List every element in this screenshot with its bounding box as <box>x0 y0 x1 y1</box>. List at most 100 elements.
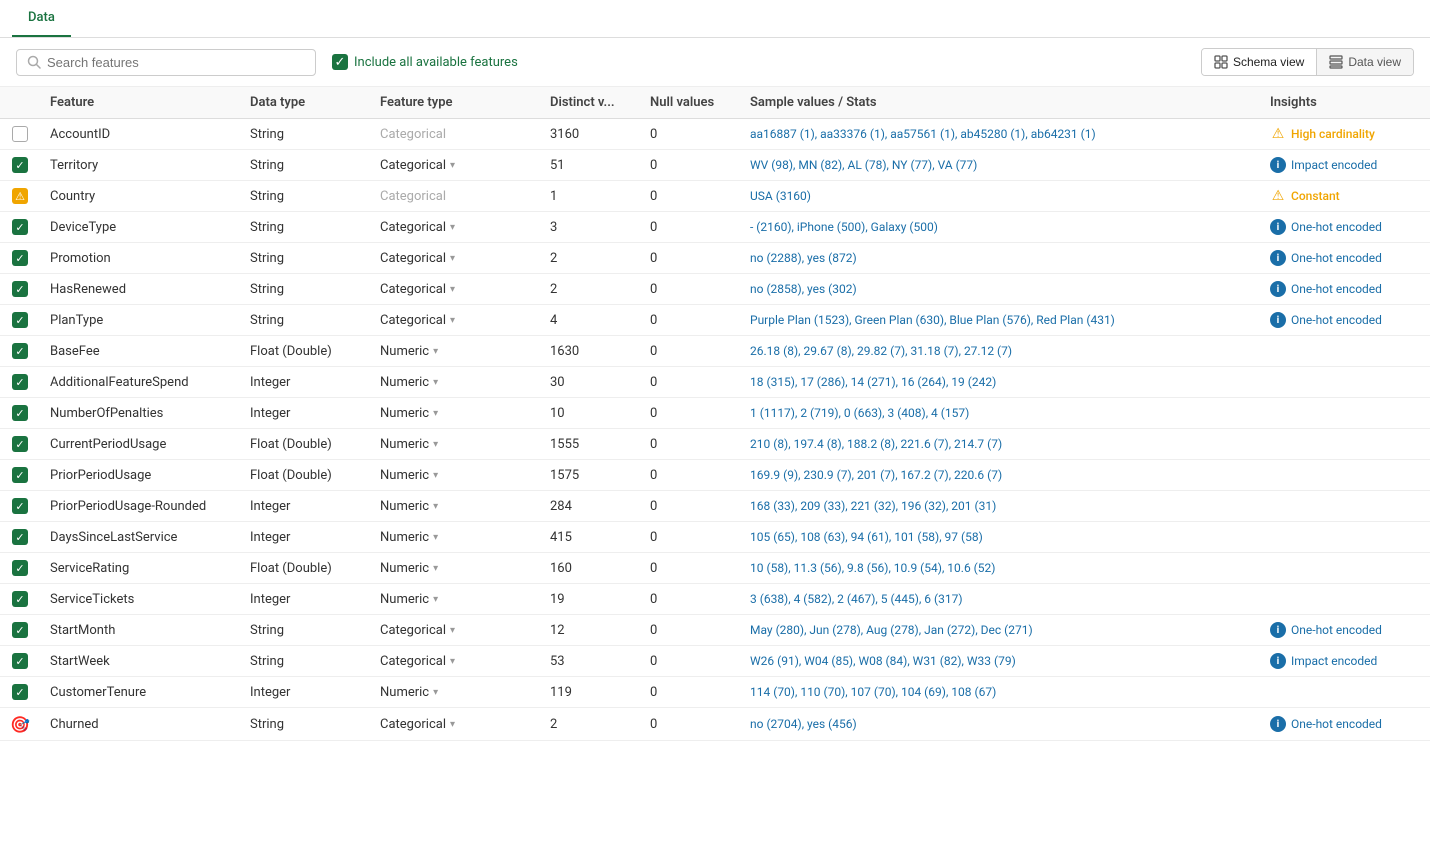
dropdown-arrow-icon[interactable]: ▾ <box>450 315 455 326</box>
dropdown-arrow-icon[interactable]: ▾ <box>433 408 438 419</box>
row-checkbox[interactable]: ✓ <box>12 312 28 328</box>
feature-type-cell: Numeric▾ <box>370 460 540 491</box>
insight-cell <box>1260 491 1430 522</box>
row-checkbox[interactable]: ✓ <box>12 591 28 607</box>
distinct-value: 1575 <box>540 460 640 491</box>
col-header-insights: Insights <box>1260 87 1430 119</box>
row-checkbox[interactable]: ✓ <box>12 684 28 700</box>
data-type-value: Integer <box>240 677 370 708</box>
insight-cell <box>1260 677 1430 708</box>
insight-cell <box>1260 429 1430 460</box>
feature-type-cell: Categorical▾ <box>370 305 540 336</box>
features-table: Feature Data type Feature type Distinct … <box>0 87 1430 741</box>
row-checkbox[interactable] <box>12 126 28 142</box>
feature-name: Promotion <box>40 243 240 274</box>
insight-label: One-hot encoded <box>1291 282 1382 296</box>
feature-name: StartMonth <box>40 615 240 646</box>
insight-info-icon: i <box>1270 716 1286 732</box>
insight-cell <box>1260 460 1430 491</box>
data-type-value: Integer <box>240 491 370 522</box>
feature-name: Country <box>40 181 240 212</box>
distinct-value: 53 <box>540 646 640 677</box>
row-checkbox[interactable]: ✓ <box>12 374 28 390</box>
insight-info-icon: i <box>1270 281 1286 297</box>
feature-name: Churned <box>40 708 240 741</box>
feature-type-cell: Numeric▾ <box>370 367 540 398</box>
dropdown-arrow-icon[interactable]: ▾ <box>433 439 438 450</box>
distinct-value: 10 <box>540 398 640 429</box>
tab-data[interactable]: Data <box>12 0 71 37</box>
distinct-value: 19 <box>540 584 640 615</box>
feature-type-cell: Categorical▾ <box>370 243 540 274</box>
schema-view-button[interactable]: Schema view <box>1202 49 1316 75</box>
dropdown-arrow-icon[interactable]: ▾ <box>450 253 455 264</box>
feature-type-cell: Categorical▾ <box>370 615 540 646</box>
row-checkbox[interactable]: ⚠ <box>12 188 28 204</box>
table-row: ✓ NumberOfPenalties Integer Numeric▾ 10 … <box>0 398 1430 429</box>
row-checkbox[interactable]: ✓ <box>12 467 28 483</box>
row-checkbox[interactable]: ✓ <box>12 219 28 235</box>
insight-label: One-hot encoded <box>1291 623 1382 637</box>
distinct-value: 1 <box>540 181 640 212</box>
data-type-value: String <box>240 708 370 741</box>
dropdown-arrow-icon[interactable]: ▾ <box>450 222 455 233</box>
data-type-value: String <box>240 646 370 677</box>
feature-name: AccountID <box>40 119 240 150</box>
distinct-value: 415 <box>540 522 640 553</box>
dropdown-arrow-icon[interactable]: ▾ <box>433 563 438 574</box>
data-type-value: String <box>240 119 370 150</box>
dropdown-arrow-icon[interactable]: ▾ <box>450 656 455 667</box>
sample-value: Purple Plan (1523), Green Plan (630), Bl… <box>740 305 1260 336</box>
insight-warning-icon: ⚠ <box>1270 188 1286 204</box>
dropdown-arrow-icon[interactable]: ▾ <box>450 284 455 295</box>
dropdown-arrow-icon[interactable]: ▾ <box>433 377 438 388</box>
col-header-null: Null values <box>640 87 740 119</box>
table-row: ✓ StartMonth String Categorical▾ 12 0 Ma… <box>0 615 1430 646</box>
row-checkbox[interactable]: ✓ <box>12 653 28 669</box>
feature-name: DaysSinceLastService <box>40 522 240 553</box>
row-checkbox[interactable]: ✓ <box>12 157 28 173</box>
null-value: 0 <box>640 398 740 429</box>
row-checkbox[interactable]: ✓ <box>12 405 28 421</box>
row-checkbox[interactable]: 🎯 <box>11 715 29 733</box>
row-checkbox[interactable]: ✓ <box>12 498 28 514</box>
table-wrapper: Feature Data type Feature type Distinct … <box>0 87 1430 741</box>
feature-type-value: Numeric <box>380 530 429 545</box>
insight-cell <box>1260 584 1430 615</box>
feature-name: HasRenewed <box>40 274 240 305</box>
table-row: ✓ CurrentPeriodUsage Float (Double) Nume… <box>0 429 1430 460</box>
data-type-value: String <box>240 274 370 305</box>
row-checkbox[interactable]: ✓ <box>12 281 28 297</box>
row-checkbox[interactable]: ✓ <box>12 560 28 576</box>
row-checkbox[interactable]: ✓ <box>12 250 28 266</box>
dropdown-arrow-icon[interactable]: ▾ <box>433 532 438 543</box>
sample-value: no (2704), yes (456) <box>740 708 1260 741</box>
feature-name: ServiceRating <box>40 553 240 584</box>
dropdown-arrow-icon[interactable]: ▾ <box>433 594 438 605</box>
insight-cell: i One-hot encoded <box>1260 274 1430 305</box>
feature-type-cell: Numeric▾ <box>370 584 540 615</box>
include-features-toggle[interactable]: ✓ Include all available features <box>332 54 518 70</box>
dropdown-arrow-icon[interactable]: ▾ <box>450 719 455 730</box>
row-checkbox[interactable]: ✓ <box>12 343 28 359</box>
feature-name: CustomerTenure <box>40 677 240 708</box>
table-row: ✓ BaseFee Float (Double) Numeric▾ 1630 0… <box>0 336 1430 367</box>
table-row: ✓ StartWeek String Categorical▾ 53 0 W26… <box>0 646 1430 677</box>
data-view-button[interactable]: Data view <box>1316 49 1413 75</box>
search-input[interactable] <box>47 55 305 70</box>
row-checkbox[interactable]: ✓ <box>12 529 28 545</box>
dropdown-arrow-icon[interactable]: ▾ <box>450 625 455 636</box>
dropdown-arrow-icon[interactable]: ▾ <box>433 346 438 357</box>
row-checkbox[interactable]: ✓ <box>12 622 28 638</box>
dropdown-arrow-icon[interactable]: ▾ <box>433 501 438 512</box>
data-type-value: Integer <box>240 522 370 553</box>
dropdown-arrow-icon[interactable]: ▾ <box>433 470 438 481</box>
feature-type-cell: Categorical▾ <box>370 274 540 305</box>
insight-cell: iImpact encoded <box>1260 150 1430 181</box>
row-checkbox[interactable]: ✓ <box>12 436 28 452</box>
distinct-value: 2 <box>540 274 640 305</box>
distinct-value: 30 <box>540 367 640 398</box>
col-header-featuretype: Feature type <box>370 87 540 119</box>
dropdown-arrow-icon[interactable]: ▾ <box>433 687 438 698</box>
dropdown-arrow-icon[interactable]: ▾ <box>450 160 455 171</box>
